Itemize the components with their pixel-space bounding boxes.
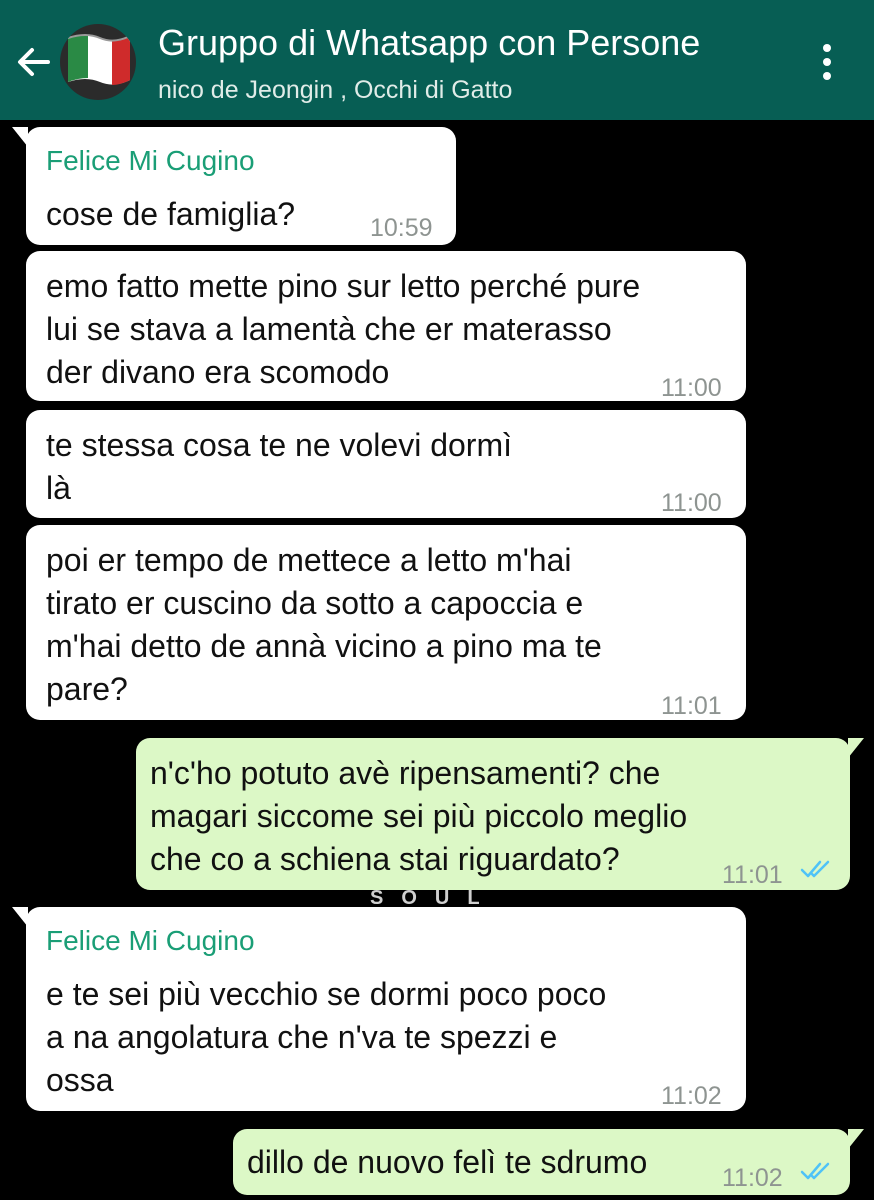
- chat-header: Gruppo di Whatsapp con Persone nico de J…: [0, 0, 874, 120]
- message-text: poi er tempo de mettece a letto m'hai: [46, 542, 572, 578]
- message-text: cose de famiglia?: [46, 196, 296, 232]
- message-time: 11:01: [661, 692, 722, 720]
- message-text: magari siccome sei più piccolo meglio: [150, 798, 688, 834]
- message-bubble-incoming[interactable]: te stessa cosa te ne volevi dormì là 11:…: [26, 410, 746, 518]
- double-check-icon: [800, 860, 830, 878]
- message-text: lui se stava a lamentà che er materasso: [46, 311, 612, 347]
- message-text: der divano era scomodo: [46, 354, 390, 390]
- arrow-left-icon: [18, 48, 50, 76]
- sender-name[interactable]: Felice Mi Cugino: [46, 919, 255, 962]
- message-time: 11:02: [722, 1164, 783, 1192]
- kebab-menu-icon[interactable]: [812, 40, 842, 84]
- message-text: emo fatto mette pino sur letto perché pu…: [46, 268, 641, 304]
- message-text: te stessa cosa te ne volevi dormì: [46, 427, 512, 463]
- italian-flag-icon: [60, 24, 136, 100]
- message-time: 11:01: [722, 861, 783, 889]
- message-text: a na angolatura che n'va te spezzi e: [46, 1019, 558, 1055]
- message-text: che co a schiena stai riguardato?: [150, 841, 620, 877]
- message-text: tirato er cuscino da sotto a capoccia e: [46, 585, 584, 621]
- message-time: 11:00: [661, 374, 722, 402]
- message-text: là: [46, 470, 71, 506]
- message-text: e te sei più vecchio se dormi poco poco: [46, 976, 607, 1012]
- message-bubble-outgoing[interactable]: dillo de nuovo felì te sdrumo 11:02: [233, 1129, 864, 1195]
- message-bubble-incoming[interactable]: poi er tempo de mettece a letto m'hai ti…: [26, 525, 746, 720]
- message-bubble-incoming[interactable]: Felice Mi Cugino cose de famiglia? 10:59: [12, 127, 456, 245]
- message-time: 10:59: [370, 214, 433, 242]
- message-text: ossa: [46, 1062, 114, 1098]
- message-bubble-incoming[interactable]: Felice Mi Cugino e te sei più vecchio se…: [12, 907, 746, 1111]
- sender-name[interactable]: Felice Mi Cugino: [46, 139, 255, 182]
- group-participants[interactable]: nico de Jeongin , Occhi di Gatto: [158, 76, 758, 105]
- message-bubble-incoming[interactable]: emo fatto mette pino sur letto perché pu…: [26, 251, 746, 402]
- message-bubble-outgoing[interactable]: n'c'ho potuto avè ripensamenti? che maga…: [136, 738, 864, 890]
- message-time: 11:00: [661, 489, 722, 517]
- group-avatar[interactable]: [60, 24, 136, 100]
- message-time: 11:02: [661, 1082, 722, 1110]
- double-check-icon: [800, 1162, 830, 1180]
- message-text: pare?: [46, 671, 128, 707]
- message-text: n'c'ho potuto avè ripensamenti? che: [150, 755, 661, 791]
- back-button[interactable]: [14, 40, 54, 84]
- message-text: m'hai detto de annà vicino a pino ma te: [46, 628, 602, 664]
- message-text: dillo de nuovo felì te sdrumo: [247, 1144, 648, 1180]
- group-title[interactable]: Gruppo di Whatsapp con Persone: [158, 22, 700, 64]
